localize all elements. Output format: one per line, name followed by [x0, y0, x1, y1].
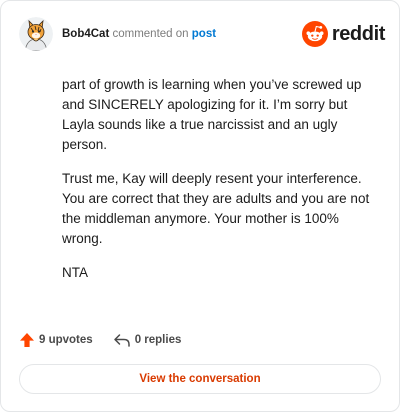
- upvote-count[interactable]: 9 upvotes: [19, 332, 93, 348]
- comment-card: Bob4Cat commented on post reddit part of…: [0, 0, 400, 412]
- username-link[interactable]: Bob4Cat: [62, 28, 109, 40]
- comment-stats: 9 upvotes 0 replies: [19, 330, 181, 350]
- view-conversation-button[interactable]: View the conversation: [19, 364, 381, 394]
- cat-avatar-icon: [19, 17, 53, 51]
- comment-header: Bob4Cat commented on post reddit: [19, 17, 385, 51]
- comment-paragraph: NTA: [62, 265, 88, 280]
- comment-body: part of growth is learning when you’ve s…: [62, 75, 380, 297]
- reply-count-label: 0 replies: [134, 334, 182, 346]
- reddit-logo[interactable]: reddit: [301, 21, 386, 47]
- reply-arrow-icon: [113, 334, 130, 347]
- upvote-arrow-icon: [20, 333, 34, 347]
- user-avatar[interactable]: [19, 17, 53, 51]
- action-text: commented on: [112, 28, 189, 40]
- post-link[interactable]: post: [192, 28, 216, 40]
- reddit-wordmark: reddit: [331, 23, 386, 45]
- reddit-snoo-icon: [301, 21, 328, 47]
- comment-paragraph: part of growth is learning when you’ve s…: [62, 77, 362, 152]
- upvote-count-label: 9 upvotes: [39, 334, 93, 346]
- comment-byline: Bob4Cat commented on post: [62, 27, 216, 41]
- reply-count[interactable]: 0 replies: [113, 332, 182, 348]
- comment-paragraph: Trust me, Kay will deeply resent your in…: [62, 171, 370, 246]
